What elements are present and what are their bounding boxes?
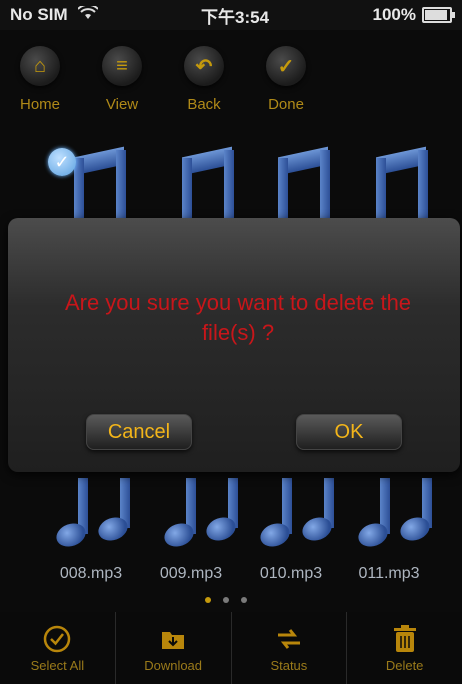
battery-percent: 100% [372, 5, 416, 24]
file-name[interactable]: 010.mp3 [246, 565, 336, 583]
select-all-icon [42, 624, 72, 654]
ok-button[interactable]: OK [296, 414, 402, 450]
download-folder-icon [158, 624, 188, 654]
selected-check-icon: ✓ [48, 148, 76, 176]
wifi-icon [76, 3, 99, 25]
confirm-dialog-overlay: Are you sure you want to delete the file… [0, 218, 462, 478]
status-button[interactable]: Status [230, 612, 347, 684]
back-arrow-icon: ↶ [184, 46, 224, 86]
dialog-message: Are you sure you want to delete the file… [64, 290, 412, 345]
cancel-button[interactable]: Cancel [86, 414, 192, 450]
home-label: Home [19, 96, 60, 113]
page-indicator[interactable] [205, 597, 247, 603]
done-button[interactable]: ✓ Done [254, 30, 318, 130]
list-icon: ≡ [102, 46, 142, 86]
download-button[interactable]: Download [114, 612, 231, 684]
status-bar: No SIM 下午3:54 100% [0, 0, 462, 30]
home-button[interactable]: ⌂ Home [8, 30, 72, 130]
back-label: Back [187, 96, 221, 113]
page-dot[interactable] [223, 597, 229, 603]
status-time: 下午3:54 [201, 7, 270, 27]
check-icon: ✓ [266, 46, 306, 86]
view-button[interactable]: ≡ View [90, 30, 154, 130]
battery-icon [422, 7, 455, 23]
page-dot[interactable] [205, 597, 211, 603]
file-name[interactable]: 008.mp3 [46, 565, 136, 583]
delete-button[interactable]: Delete [346, 612, 462, 684]
done-label: Done [268, 96, 304, 113]
home-icon: ⌂ [20, 46, 60, 86]
trash-icon [390, 624, 420, 654]
bottom-toolbar: Select All Download Status Delete [0, 612, 462, 684]
delete-label: Delete [385, 657, 424, 673]
status-label: Status [270, 657, 308, 673]
toolbar: ⌂ Home ≡ View ↶ Back ✓ Done [0, 30, 462, 130]
select-all-label: Select All [30, 657, 85, 673]
download-label: Download [144, 657, 203, 673]
file-name[interactable]: 011.mp3 [344, 565, 434, 583]
confirm-dialog: Are you sure you want to delete the file… [8, 218, 460, 472]
carrier-label: No SIM [10, 5, 68, 24]
back-button[interactable]: ↶ Back [172, 30, 236, 130]
page-dot[interactable] [241, 597, 247, 603]
select-all-button[interactable]: Select All [0, 612, 115, 684]
view-label: View [105, 96, 139, 113]
file-name[interactable]: 009.mp3 [146, 565, 236, 583]
status-icon [274, 624, 304, 654]
